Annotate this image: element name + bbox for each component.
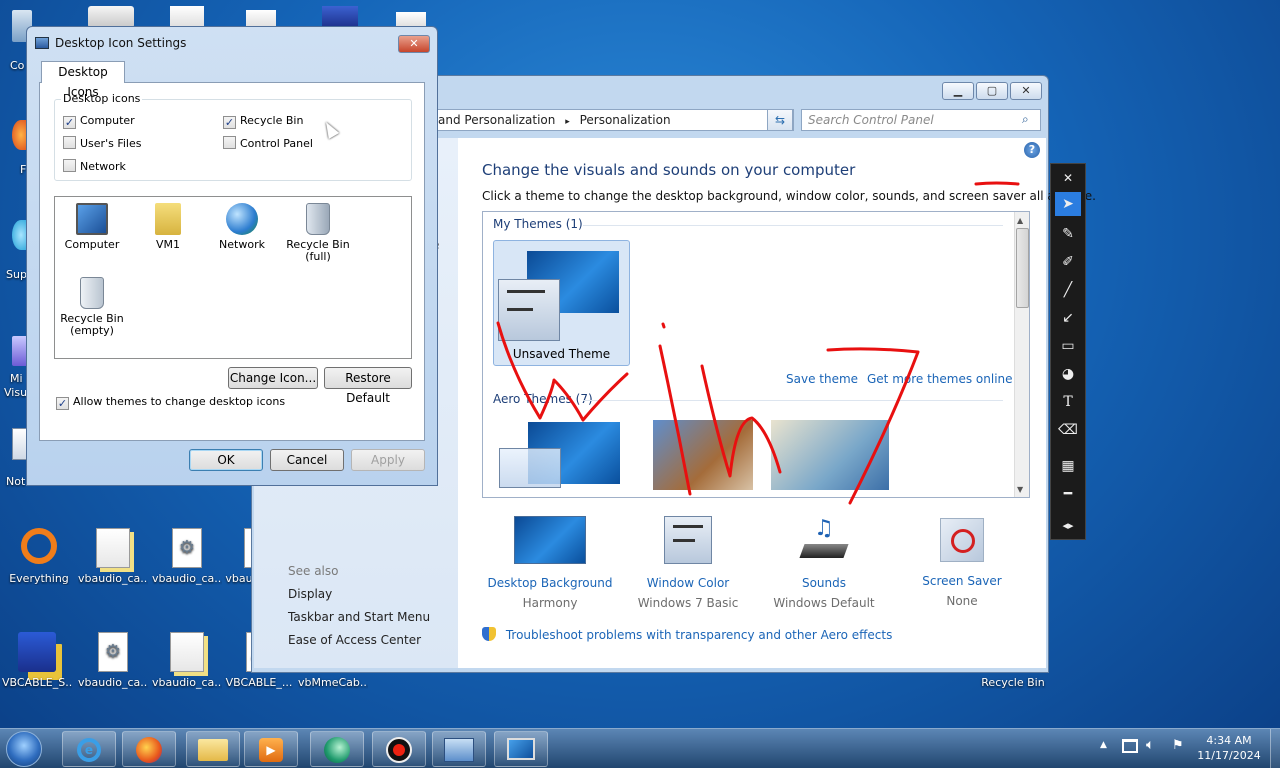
ink-stroke — [700, 364, 782, 478]
ink-annotations — [496, 181, 1020, 505]
start-orb-icon[interactable] — [6, 731, 42, 767]
taskbar-internet-explorer[interactable]: e — [62, 731, 116, 767]
record-icon — [386, 737, 412, 763]
taskbar-display[interactable] — [494, 731, 548, 767]
taskbar: e ▶ ▲ 🔈︎ ⚑ 4:34 AM 11/17/2024 — [0, 728, 1280, 768]
ink-stroke — [661, 322, 666, 329]
action-center-flag-icon[interactable]: ⚑ — [1172, 738, 1184, 753]
clock-time: 4:34 AM — [1206, 734, 1252, 747]
volume-icon[interactable]: 🔈︎ — [1146, 737, 1154, 753]
ink-stroke — [974, 181, 1020, 186]
ink-stroke — [658, 344, 692, 496]
explorer-icon — [198, 739, 228, 761]
taskbar-media-player[interactable]: ▶ — [244, 731, 298, 767]
clock-date: 11/17/2024 — [1197, 749, 1261, 762]
ink-stroke — [826, 347, 920, 505]
internet-explorer-icon: e — [77, 738, 101, 762]
ink-stroke — [496, 321, 629, 422]
network-tray-icon[interactable] — [1122, 739, 1138, 753]
show-desktop-button[interactable] — [1270, 729, 1280, 768]
taskbar-explorer[interactable] — [186, 731, 240, 767]
taskbar-control-panel[interactable] — [432, 731, 486, 767]
taskbar-app[interactable] — [310, 731, 364, 767]
media-player-icon: ▶ — [259, 738, 283, 762]
taskbar-recorder[interactable] — [372, 731, 426, 767]
clock[interactable]: 4:34 AM 11/17/2024 — [1192, 733, 1266, 763]
taskbar-firefox[interactable] — [122, 731, 176, 767]
chrome-like-icon — [324, 737, 350, 763]
firefox-icon — [136, 737, 162, 763]
tab-desktop-icons[interactable]: Desktop Icons — [41, 61, 125, 99]
control-panel-icon — [444, 738, 474, 762]
show-hidden-icons-icon[interactable]: ▲ — [1100, 740, 1107, 750]
display-icon — [507, 738, 535, 760]
